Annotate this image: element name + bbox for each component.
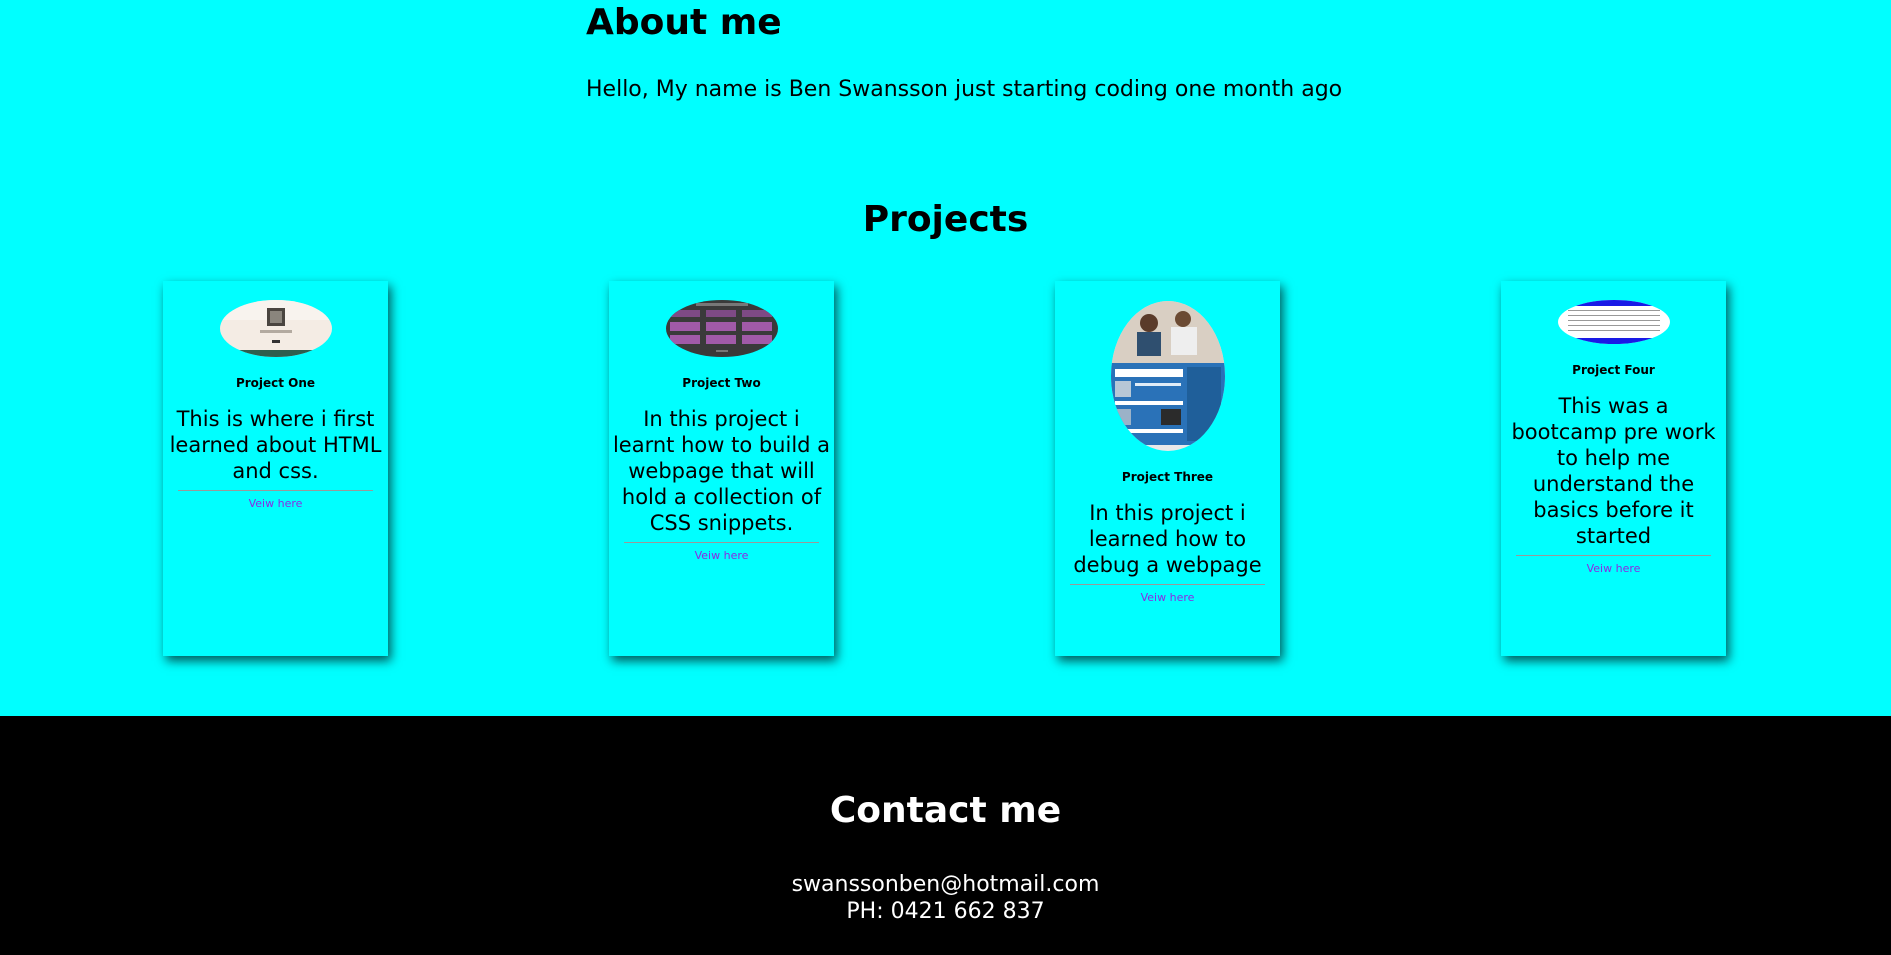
- project-card-one: Project One This is where i first learne…: [163, 281, 388, 656]
- project-card-three: Project Three In this project i learned …: [1055, 281, 1280, 656]
- contact-footer: Contact me swanssonben@hotmail.com PH: 0…: [0, 716, 1891, 955]
- divider: [178, 490, 373, 491]
- project-title: Project One: [235, 376, 316, 390]
- project-description: This was a bootcamp pre work to help me …: [1511, 394, 1716, 548]
- project-one-thumbnail: [219, 300, 332, 357]
- contact-phone: PH: 0421 662 837: [846, 899, 1045, 924]
- contact-title: Contact me: [829, 790, 1062, 831]
- contact-email: swanssonben@hotmail.com: [791, 872, 1100, 897]
- project-title: Project Three: [1121, 470, 1214, 484]
- project-description: In this project i learnt how to build a …: [612, 407, 831, 535]
- project-card-four: Project Four This was a bootcamp pre wor…: [1501, 281, 1726, 656]
- divider: [1070, 584, 1265, 585]
- project-title: Project Four: [1572, 363, 1655, 377]
- divider: [1516, 555, 1711, 556]
- about-text: Hello, My name is Ben Swansson just star…: [586, 77, 1343, 102]
- project-two-thumbnail: [665, 300, 778, 357]
- project-card-two: Project Two In this project i learnt how…: [609, 281, 834, 656]
- project-title: Project Two: [682, 376, 761, 390]
- view-project-link[interactable]: Veiw here: [695, 549, 749, 562]
- projects-title: Projects: [862, 199, 1029, 240]
- project-description: In this project i learned how to debug a…: [1073, 501, 1262, 577]
- about-title: About me: [586, 2, 782, 43]
- view-project-link[interactable]: Veiw here: [1587, 562, 1641, 575]
- divider: [624, 542, 819, 543]
- view-project-link[interactable]: Veiw here: [249, 497, 303, 510]
- project-three-thumbnail: [1110, 301, 1225, 451]
- project-description: This is where i first learned about HTML…: [169, 407, 382, 483]
- project-four-thumbnail: [1557, 300, 1670, 344]
- view-project-link[interactable]: Veiw here: [1141, 591, 1195, 604]
